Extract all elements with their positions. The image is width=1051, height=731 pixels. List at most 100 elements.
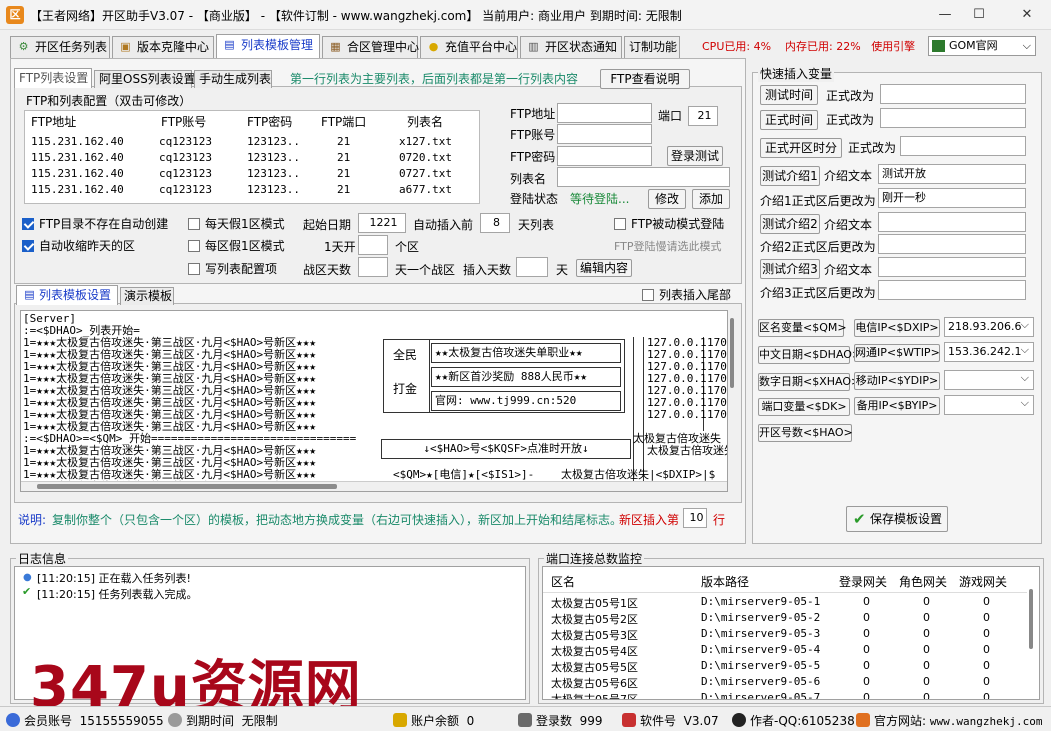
fake-day-checkbox[interactable]: 每天假1区模式 (188, 216, 285, 232)
ftp-table-cell[interactable]: 115.231.162.40 (31, 183, 124, 196)
port-table-cell[interactable]: 太极复古05号7区 (551, 691, 638, 699)
append-tail-checkbox[interactable]: 列表插入尾部 (642, 287, 731, 303)
ftp-table-cell[interactable]: 123123.. (247, 135, 300, 148)
intro3-input[interactable] (878, 257, 1026, 277)
port-table-cell[interactable]: 0 (863, 643, 870, 656)
ftp-table-cell[interactable]: cq123123 (159, 135, 212, 148)
ftp-table-cell[interactable]: 123123.. (247, 167, 300, 180)
dx-ip-button[interactable]: 电信IP<$DXIP> (854, 319, 940, 337)
wt-ip-button[interactable]: 网通IP<$WTIP> (854, 344, 940, 362)
subtab-manual[interactable]: 手动生成列表 (194, 70, 272, 88)
port-table-cell[interactable]: D:\mirserver9-05-5 (701, 659, 820, 672)
auto-create-checkbox[interactable]: FTP目录不存在自动创建 (22, 216, 168, 232)
ftp-table-cell[interactable]: 21 (337, 183, 350, 196)
tab-status-notify[interactable]: ▥ 开区状态通知 (520, 36, 622, 58)
port-table-cell[interactable]: 0 (863, 595, 870, 608)
tab-recharge[interactable]: ● 充值平台中心 (420, 36, 518, 58)
auto-insert-input[interactable]: 8 (480, 213, 510, 233)
template-vscrollbar[interactable] (730, 318, 734, 388)
col-game-gate[interactable]: 游戏网关 (959, 573, 1007, 590)
port-table-cell[interactable]: 0 (983, 675, 990, 688)
dx-ip-select[interactable]: 218.93.206.6 (944, 317, 1034, 337)
port-table-cell[interactable]: 0 (863, 691, 870, 699)
intro3-button[interactable]: 测试介绍3 (760, 259, 820, 279)
port-table-cell[interactable]: D:\mirserver9-05-1 (701, 595, 820, 608)
port-table-cell[interactable]: 0 (863, 659, 870, 672)
port-var-button[interactable]: 端口变量<$DK> (758, 398, 850, 416)
ftp-table-cell[interactable]: 0720.txt (399, 151, 452, 164)
status-author[interactable]: 作者-QQ:6105238 (732, 712, 855, 729)
port-input[interactable]: 21 (688, 106, 718, 126)
port-table-cell[interactable]: D:\mirserver9-05-2 (701, 611, 820, 624)
ftp-table-cell[interactable]: 21 (337, 167, 350, 180)
port-table-cell[interactable]: 太极复古05号1区 (551, 595, 638, 611)
test-time-button[interactable]: 测试时间 (760, 85, 818, 105)
port-table-cell[interactable]: D:\mirserver9-05-6 (701, 675, 820, 688)
tab-list-template[interactable]: ▤ 列表模板管理 (216, 34, 320, 58)
port-scrollbar[interactable] (1029, 589, 1033, 649)
ftp-account-input[interactable] (557, 124, 652, 144)
fake-zone-checkbox[interactable]: 每区假1区模式 (188, 238, 285, 254)
port-table-cell[interactable]: 0 (983, 691, 990, 699)
port-table-cell[interactable]: D:\mirserver9-05-3 (701, 627, 820, 640)
col-version-path[interactable]: 版本路径 (701, 573, 749, 590)
by-ip-select[interactable] (944, 395, 1034, 415)
port-table-cell[interactable]: D:\mirserver9-05-7 (701, 691, 820, 699)
login-test-button[interactable]: 登录测试 (667, 146, 723, 166)
intro3-after-input[interactable] (878, 280, 1026, 300)
wt-ip-select[interactable]: 153.36.242.1 (944, 342, 1034, 362)
test-time-input[interactable] (880, 84, 1026, 104)
ftp-addr-input[interactable] (557, 103, 652, 123)
port-table-cell[interactable]: 0 (923, 627, 930, 640)
col-ftp-addr[interactable]: FTP地址 (31, 113, 76, 130)
port-table-cell[interactable]: 0 (983, 627, 990, 640)
port-table-cell[interactable]: 0 (983, 659, 990, 672)
engine-select[interactable]: GOM官网 ⌵ (928, 36, 1036, 56)
yd-ip-select[interactable] (944, 370, 1034, 390)
insert-line-input[interactable]: 10 (683, 508, 707, 528)
cn-date-button[interactable]: 中文日期<$DHAO> (758, 346, 861, 364)
insert-days-input[interactable] (516, 257, 548, 277)
ftp-table-cell[interactable]: 115.231.162.40 (31, 151, 124, 164)
write-cfg-checkbox[interactable]: 写列表配置项 (188, 261, 277, 277)
ftp-table-cell[interactable]: 123123.. (247, 183, 300, 196)
formal-time-button[interactable]: 正式时间 (760, 110, 818, 130)
col-ftp-account[interactable]: FTP账号 (161, 113, 206, 130)
passive-mode-checkbox[interactable]: FTP被动模式登陆 (614, 216, 724, 232)
port-table-cell[interactable]: 0 (863, 675, 870, 688)
intro1-input[interactable]: 测试开放 (878, 164, 1026, 184)
port-table-cell[interactable]: 0 (923, 643, 930, 656)
auto-shrink-checkbox[interactable]: 自动收缩昨天的区 (22, 238, 135, 254)
formal-time-input[interactable] (880, 108, 1026, 128)
num-date-button[interactable]: 数字日期<$XHAO> (758, 373, 860, 391)
zone-num-button[interactable]: 开区号数<$HAO> (758, 424, 853, 442)
port-table-cell[interactable]: 太极复古05号3区 (551, 627, 638, 643)
tab-version-clone[interactable]: ▣ 版本克隆中心 (112, 36, 214, 58)
port-table-cell[interactable]: 0 (923, 611, 930, 624)
col-ftp-port[interactable]: FTP端口 (321, 113, 366, 130)
formal-open-input[interactable] (900, 136, 1026, 156)
ftp-table-cell[interactable]: x127.txt (399, 135, 452, 148)
port-table-cell[interactable]: 0 (983, 643, 990, 656)
subtab-oss[interactable]: 阿里OSS列表设置 (94, 70, 196, 88)
intro2-input[interactable] (878, 212, 1026, 232)
zone-var-button[interactable]: 区名变量<$QM> (758, 319, 847, 337)
port-monitor-table[interactable]: 区名 版本路径 登录网关 角色网关 游戏网关 太极复古05号1区 D:\mirse… (542, 566, 1040, 700)
status-site[interactable]: 官方网站: www.wangzhekj.com (856, 712, 1042, 729)
ftp-help-button[interactable]: FTP查看说明 (600, 69, 690, 89)
port-table-cell[interactable]: 0 (923, 595, 930, 608)
port-table-cell[interactable]: 太极复古05号6区 (551, 675, 638, 691)
hscroll-thumb[interactable] (37, 484, 337, 489)
ftp-table-cell[interactable]: cq123123 (159, 151, 212, 164)
ftp-password-input[interactable] (557, 146, 652, 166)
port-table-cell[interactable]: 0 (923, 691, 930, 699)
port-table-cell[interactable]: 0 (863, 627, 870, 640)
tab-custom[interactable]: 订制功能 (624, 36, 680, 58)
col-role-gate[interactable]: 角色网关 (899, 573, 947, 590)
minimize-icon[interactable]: — (934, 4, 956, 26)
port-table-cell[interactable]: 0 (923, 675, 930, 688)
add-button[interactable]: 添加 (692, 189, 730, 209)
template-editor[interactable]: [Server]:=<$DHAO>_列表开始= 1=★★★太极复古倍攻迷失·第三战… (20, 310, 728, 492)
close-icon[interactable]: ✕ (1016, 4, 1038, 26)
port-table-cell[interactable]: D:\mirserver9-05-4 (701, 643, 820, 656)
